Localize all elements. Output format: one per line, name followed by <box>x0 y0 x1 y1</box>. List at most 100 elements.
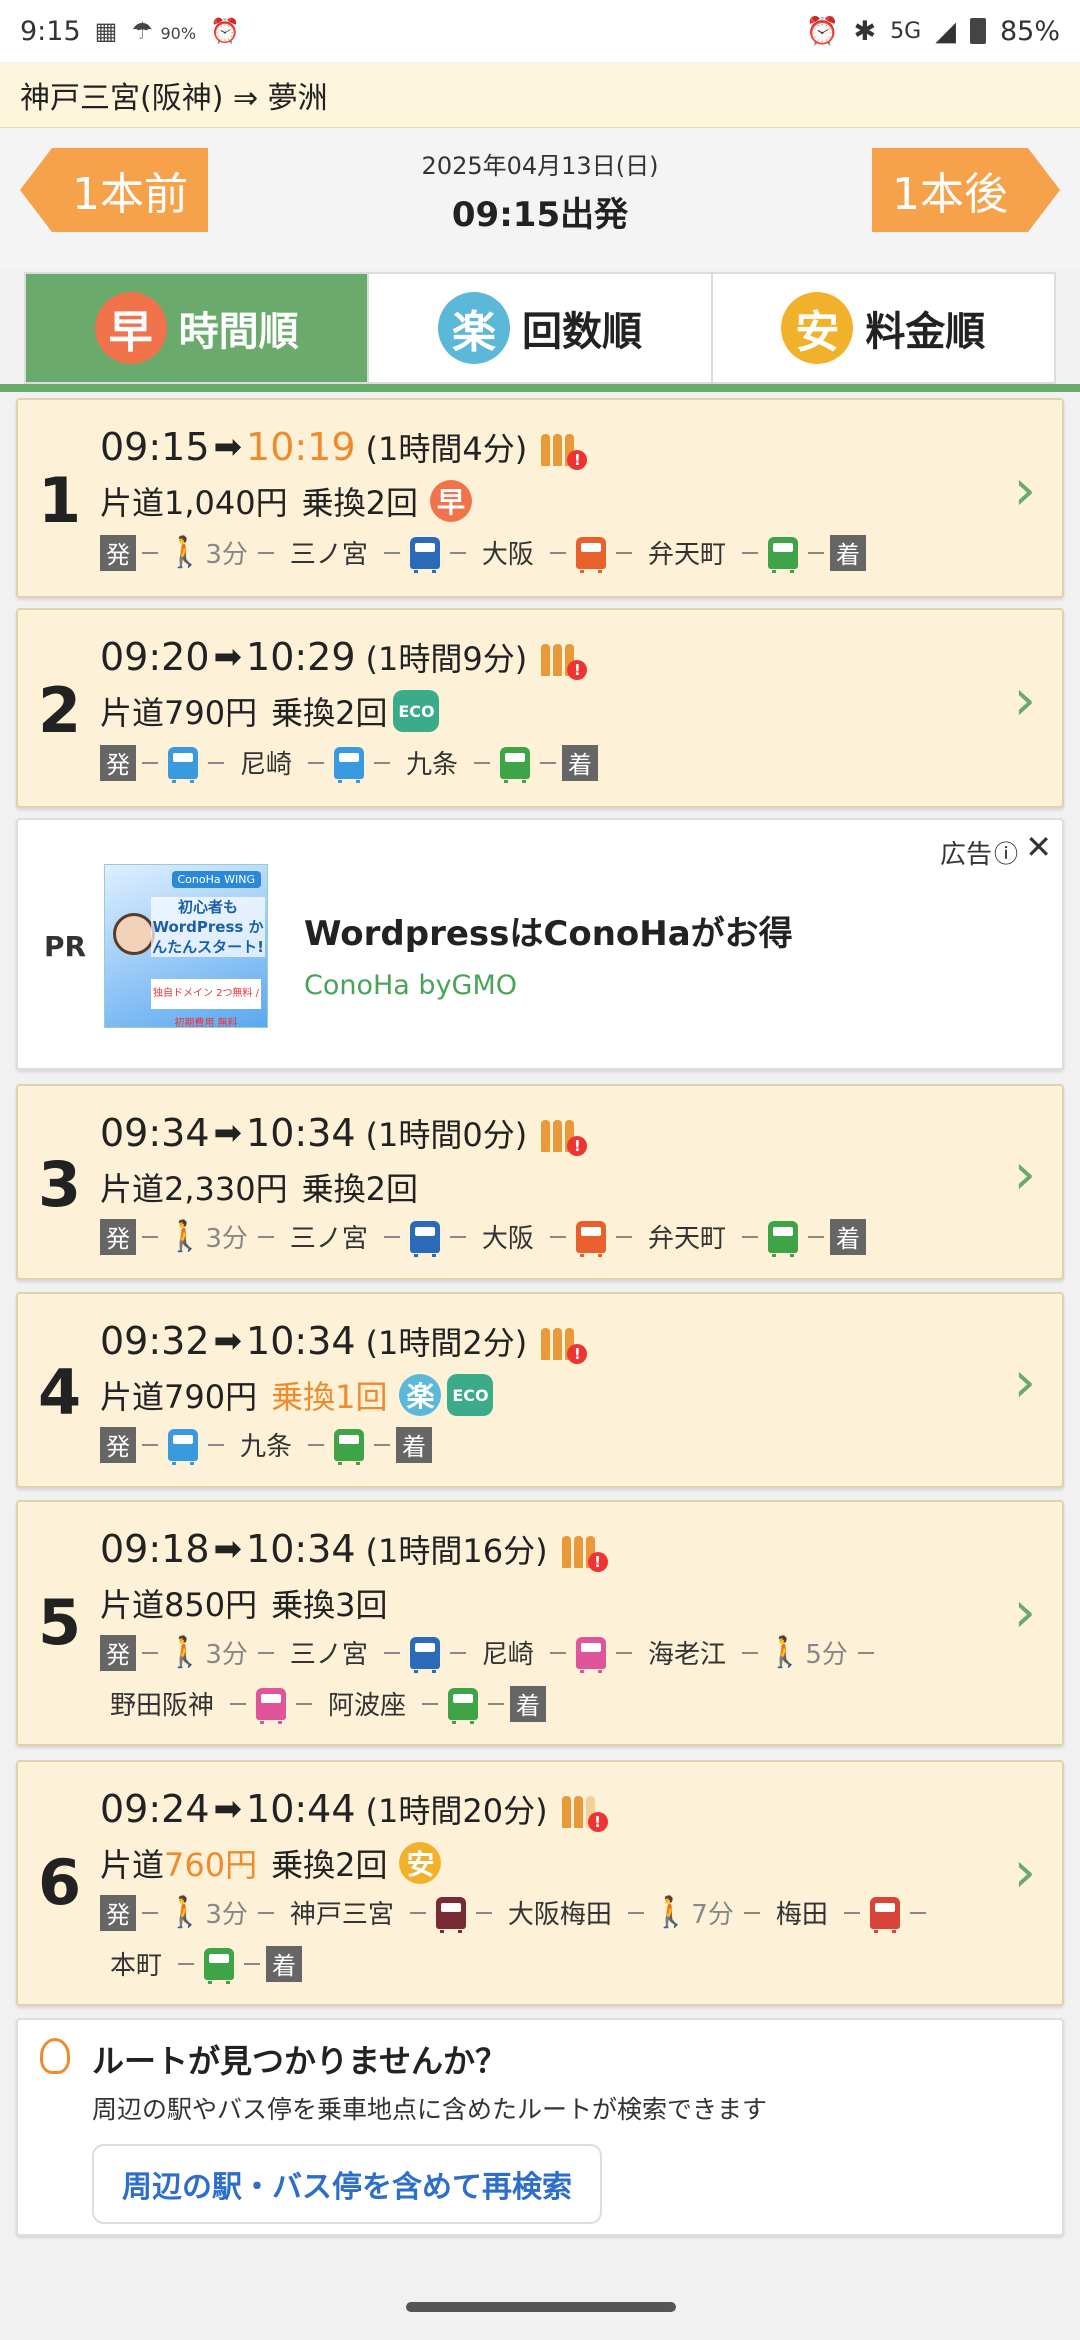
station-name: 梅田 <box>775 1900 828 1930</box>
segment-connector <box>741 551 758 554</box>
segment-connector <box>741 1651 758 1654</box>
not-found-text: 周辺の駅やバス停を乗車地点に含めたルートが検索できます <box>92 2095 768 2124</box>
research-nearby-button[interactable]: 周辺の駅・バス停を含めて再検索 <box>92 2144 602 2224</box>
tab-fare-order[interactable]: 安 料金順 <box>713 274 1054 382</box>
route-card-6[interactable]: 6 09:24 ➡ 10:44 (1時間20分) ! 片道 760円 乗換2回 安 発 🚶… <box>16 1760 1064 2006</box>
arrive-marker: 着 <box>829 1218 866 1255</box>
crowd-icon: ! <box>539 634 588 680</box>
segment-connector <box>142 551 158 554</box>
train-icon <box>500 746 531 783</box>
segment-connector <box>549 1235 566 1238</box>
route-segments: 発 🚶 3分 三ノ宮 尼崎 海老江 🚶 5分 野田阪神 阿波座着 <box>100 1634 1000 1724</box>
eco-badge-icon: ECO <box>393 690 440 732</box>
station-name: 三ノ宮 <box>289 1640 368 1670</box>
train-icon <box>435 1896 466 1933</box>
home-indicator[interactable] <box>406 2302 676 2312</box>
walk-minutes: 7分 <box>691 1900 734 1930</box>
walking-icon: 🚶 <box>166 1895 204 1930</box>
segment-connector <box>909 1911 926 1914</box>
train-icon <box>575 1636 606 1673</box>
segment-connector <box>627 1911 644 1914</box>
close-icon[interactable]: ✕ <box>1025 828 1052 866</box>
route-card-3[interactable]: 3 09:34 ➡ 10:34 (1時間0分) ! 片道2,330円 乗換2回 発 🚶 3… <box>16 1084 1064 1280</box>
segment-connector <box>549 1651 566 1654</box>
route-segments: 発 尼崎 九条 着 <box>100 744 1000 783</box>
depart-marker: 発 <box>100 1894 136 1931</box>
route-card-2[interactable]: 2 09:20 ➡ 10:29 (1時間9分) ! 片道790円 乗換2回 ECO 発… <box>16 608 1064 808</box>
route-not-found-panel: ルートが見つかりませんか？ 周辺の駅やバス停を乗車地点に含めたルートが検索できま… <box>16 2018 1064 2236</box>
train-icon <box>448 1687 479 1724</box>
ad-title: WordpressはConoHaがお得 <box>304 914 793 954</box>
sort-tabs: 早 時間順 楽 回数順 安 料金順 <box>24 272 1056 384</box>
ad-banner[interactable]: PR 広告 ⓘ ✕ ConoHa WING 初心者も WordPress かんた… <box>16 818 1064 1070</box>
walk-minutes: 3分 <box>205 1900 248 1930</box>
arrive-marker: 着 <box>829 534 866 571</box>
segment-connector <box>308 761 325 764</box>
segment-connector <box>449 1651 466 1654</box>
train-icon <box>409 1636 440 1673</box>
route-segments: 発 🚶 3分 三ノ宮 大阪 弁天町 着 <box>100 1218 1000 1257</box>
walk-minutes: 3分 <box>205 1224 248 1254</box>
info-icon[interactable]: ⓘ <box>994 834 1018 869</box>
segment-connector <box>374 1443 391 1446</box>
train-icon <box>168 1428 198 1465</box>
route-times: 09:32 ➡ 10:34 (1時間2分) ! <box>100 1318 588 1364</box>
station-name: 尼崎 <box>481 1640 534 1670</box>
segment-connector <box>807 1235 824 1238</box>
crowd-icon: ! <box>560 1786 608 1832</box>
segment-connector <box>615 551 632 554</box>
route-card-1[interactable]: 1 09:15 ➡ 10:19 (1時間4分) ! 片道1,040円 乗換2回 早 発… <box>16 398 1064 598</box>
walking-icon: 🚶 <box>651 1895 690 1930</box>
status-time: 9:15 <box>20 15 81 47</box>
segment-connector <box>257 1651 274 1654</box>
walking-icon: 🚶 <box>166 1635 204 1670</box>
walking-icon: 🚶 <box>765 1635 804 1670</box>
battery-icon <box>969 18 986 44</box>
station-name: 大阪 <box>481 1224 534 1254</box>
route-title: 神戸三宮(阪神) ⇒ 夢洲 <box>20 81 328 116</box>
route-card-4[interactable]: 4 09:32 ➡ 10:34 (1時間2分) ! 片道790円 乗換1回 楽 ECO… <box>16 1292 1064 1488</box>
segment-connector <box>257 551 274 554</box>
tab-time-order[interactable]: 早 時間順 <box>26 274 370 382</box>
station-name: 神戸三宮 <box>289 1900 394 1930</box>
route-segments: 発 🚶 3分 三ノ宮 大阪 弁天町 着 <box>100 534 1000 573</box>
route-segments: 発 🚶 3分 神戸三宮 大阪梅田 🚶 7分 梅田 本町着 <box>100 1894 1000 1984</box>
route-card-5[interactable]: 5 09:18 ➡ 10:34 (1時間16分) ! 片道850円 乗換3回 発 🚶 3分… <box>16 1500 1064 1746</box>
easy-badge-icon: 楽 <box>399 1374 442 1416</box>
lightbulb-icon <box>40 2038 70 2074</box>
segment-connector <box>475 1911 492 1914</box>
station-name: 海老江 <box>647 1640 726 1670</box>
segment-connector <box>383 1651 400 1654</box>
arrive-marker: 着 <box>510 1685 547 1722</box>
route-fare: 片道2,330円 乗換2回 <box>100 1170 418 1208</box>
route-segments: 発 九条 着 <box>100 1426 1000 1465</box>
segment-connector <box>142 1235 158 1238</box>
depart-marker: 発 <box>100 1218 136 1255</box>
segment-connector <box>142 1911 158 1914</box>
train-icon <box>409 1220 440 1257</box>
segment-connector <box>474 761 491 764</box>
walking-icon: 🚶 <box>166 535 204 570</box>
segment-connector <box>230 1702 247 1705</box>
easy-badge-icon: 楽 <box>437 292 510 364</box>
network-label: 5G <box>890 18 922 44</box>
chevron-right-icon: › <box>1013 1350 1036 1415</box>
segment-connector <box>208 1443 224 1446</box>
segment-connector <box>244 1962 261 1965</box>
eco-badge-icon: ECO <box>447 1374 494 1416</box>
tab-transfer-order[interactable]: 楽 回数順 <box>369 274 713 382</box>
segment-connector <box>142 1443 158 1446</box>
route-fare: 片道1,040円 乗換2回 早 <box>100 478 472 524</box>
train-icon <box>767 1220 798 1257</box>
route-number: 2 <box>38 674 82 747</box>
alarm-icon: ⏰ <box>805 16 840 47</box>
ad-advertiser: ConoHa byGMO <box>304 970 518 1001</box>
route-fare: 片道850円 乗換3回 <box>100 1586 388 1624</box>
ad-image: ConoHa WING 初心者も WordPress かんたんスタート! 独自ド… <box>104 864 268 1029</box>
segment-connector <box>142 761 158 764</box>
next-train-button[interactable]: 1本後 <box>872 148 1060 232</box>
chevron-right-icon: › <box>1013 668 1036 733</box>
signal-icon: ◢ <box>935 15 956 47</box>
chevron-right-icon: › <box>1013 458 1036 523</box>
cheap-badge-icon: 安 <box>399 1842 442 1884</box>
